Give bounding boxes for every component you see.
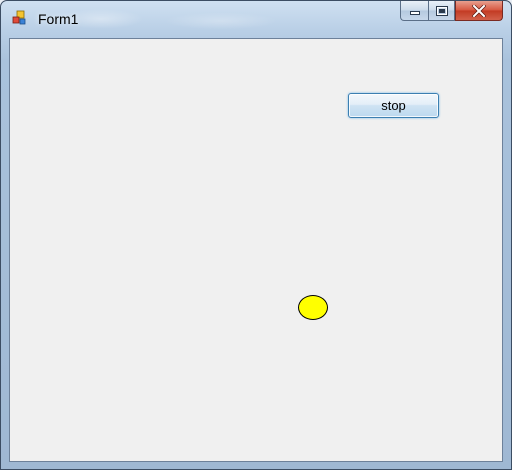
close-button[interactable] <box>455 1 503 21</box>
minimize-icon <box>409 10 420 15</box>
form-window: Form1 stop <box>0 0 512 470</box>
app-icon[interactable] <box>12 10 28 26</box>
title-bar[interactable]: Form1 <box>1 1 511 33</box>
minimize-button[interactable] <box>400 1 428 21</box>
close-icon <box>472 4 486 17</box>
restore-icon <box>435 5 448 16</box>
stop-button[interactable]: stop <box>348 93 439 118</box>
restore-button[interactable] <box>428 1 455 21</box>
form-client-area[interactable]: stop <box>9 38 503 462</box>
yellow-ball <box>298 295 328 320</box>
caption-buttons <box>400 1 503 21</box>
window-title: Form1 <box>38 11 79 27</box>
